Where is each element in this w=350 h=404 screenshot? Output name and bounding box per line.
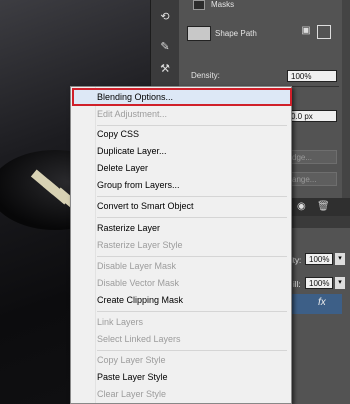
menu-item-paste-layer-style[interactable]: Paste Layer Style — [97, 369, 168, 385]
menu-item-copy-css[interactable]: Copy CSS — [97, 126, 139, 142]
menu-item-create-clipping-mask[interactable]: Create Clipping Mask — [97, 292, 183, 308]
menu-item-disable-vector-mask[interactable]: Disable Vector Mask — [97, 275, 179, 291]
menu-item-clear-layer-style[interactable]: Clear Layer Style — [97, 386, 166, 402]
menu-item-blending-options[interactable]: Blending Options... — [97, 89, 173, 105]
menu-separator — [97, 196, 287, 197]
layer-context-menu: Blending Options... Edit Adjustment... C… — [70, 86, 292, 404]
color-range-button[interactable]: ange... — [287, 172, 337, 186]
shape-thumbnail[interactable] — [187, 26, 211, 41]
menu-item-select-linked-layers[interactable]: Select Linked Layers — [97, 331, 181, 347]
fill-field[interactable]: 100% — [305, 277, 333, 289]
feather-field[interactable]: 0.0 px — [287, 110, 337, 122]
menu-item-convert-smart-object[interactable]: Convert to Smart Object — [97, 198, 194, 214]
shape-path-label: Shape Path — [215, 29, 257, 38]
history-icon[interactable]: ⟲ — [157, 10, 173, 24]
selected-layer-row[interactable]: fx — [292, 294, 342, 314]
menu-item-group-from-layers[interactable]: Group from Layers... — [97, 177, 180, 193]
menu-item-disable-layer-mask[interactable]: Disable Layer Mask — [97, 258, 176, 274]
menu-item-duplicate-layer[interactable]: Duplicate Layer... — [97, 143, 167, 159]
menu-separator — [97, 217, 287, 218]
menu-item-link-layers[interactable]: Link Layers — [97, 314, 143, 330]
mask-edge-button[interactable]: dge... — [287, 150, 337, 164]
menu-item-edit-adjustment[interactable]: Edit Adjustment... — [97, 106, 167, 122]
menu-item-copy-layer-style[interactable]: Copy Layer Style — [97, 352, 166, 368]
density-field[interactable]: 100% — [287, 70, 337, 82]
menu-item-delete-layer[interactable]: Delete Layer — [97, 160, 148, 176]
chevron-down-icon[interactable]: ▾ — [335, 277, 345, 289]
add-mask-icon[interactable]: ▣ — [299, 25, 313, 39]
masks-title: Masks — [211, 0, 235, 9]
trash-icon[interactable]: 🗑 — [317, 201, 330, 212]
menu-separator — [97, 256, 287, 257]
chevron-down-icon[interactable]: ▾ — [335, 253, 345, 265]
tool-preset-icon[interactable]: ⚒ — [157, 62, 173, 76]
eye-icon[interactable]: ◉ — [297, 201, 306, 212]
menu-gutter — [95, 87, 96, 403]
menu-item-rasterize-layer[interactable]: Rasterize Layer — [97, 220, 160, 236]
brush-preset-icon[interactable]: ✎ — [157, 40, 173, 54]
vector-mask-icon[interactable] — [317, 25, 331, 39]
menu-separator — [97, 350, 287, 351]
mask-icon — [193, 0, 205, 10]
opacity-field[interactable]: 100% — [305, 253, 333, 265]
menu-item-rasterize-layer-style[interactable]: Rasterize Layer Style — [97, 237, 183, 253]
panel-scrollbar[interactable] — [342, 0, 350, 210]
menu-separator — [97, 311, 287, 312]
fx-icon[interactable]: fx — [318, 297, 326, 308]
